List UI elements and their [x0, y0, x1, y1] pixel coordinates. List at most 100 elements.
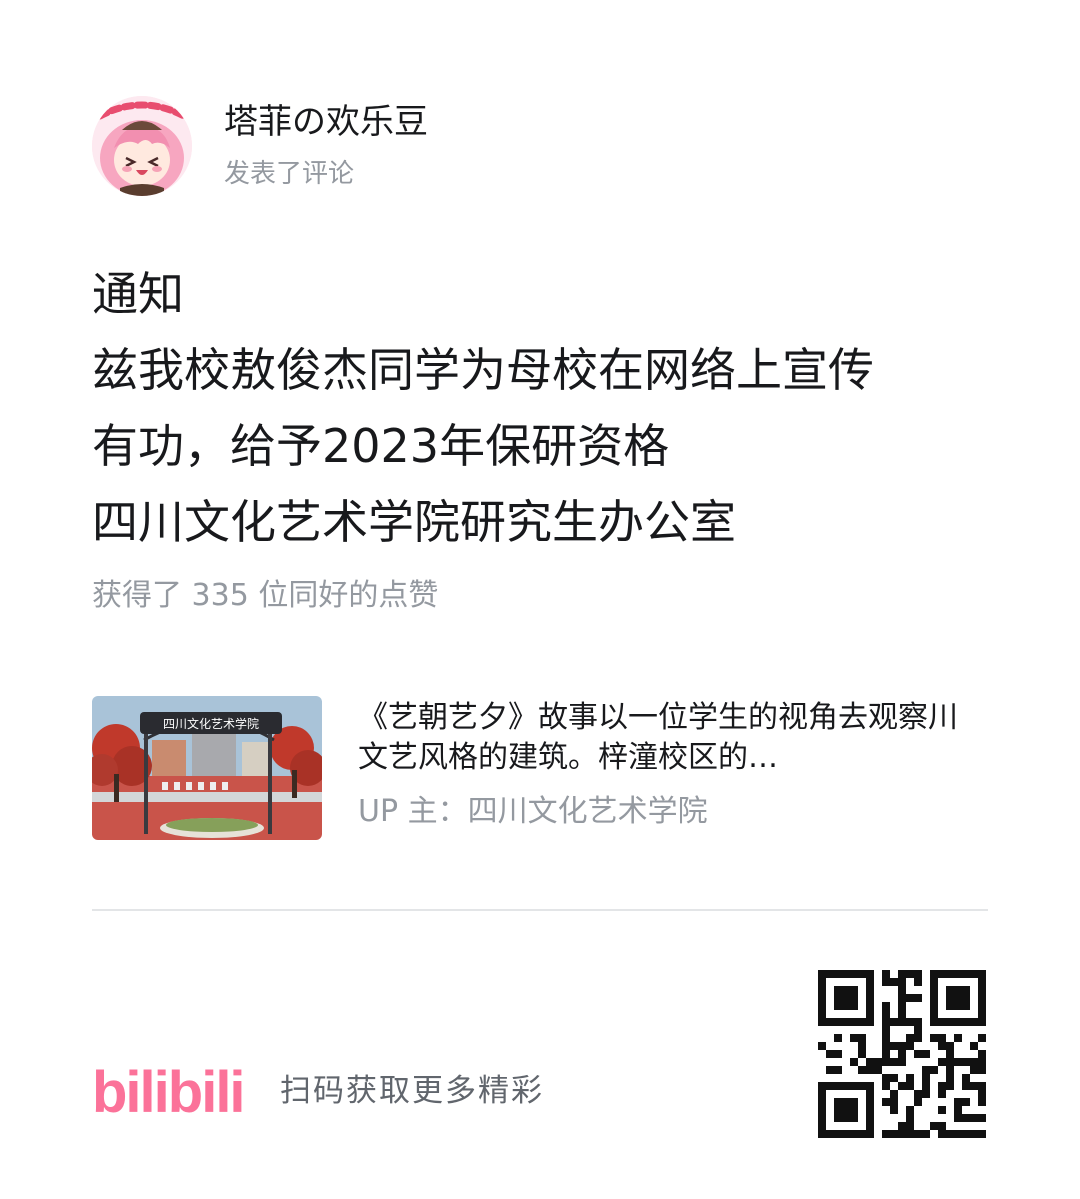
qr-module: [890, 1130, 898, 1138]
qr-module: [898, 994, 906, 1002]
qr-module: [866, 994, 874, 1002]
qr-module: [882, 1002, 890, 1010]
qr-module: [850, 970, 858, 978]
qr-module: [858, 1042, 866, 1050]
qr-module: [818, 1018, 826, 1026]
qr-module: [850, 1082, 858, 1090]
qr-module: [914, 1050, 922, 1058]
qr-module: [962, 1098, 970, 1106]
comment-line: 通知: [92, 267, 184, 321]
qr-module: [954, 1130, 962, 1138]
qr-module: [882, 1018, 890, 1026]
qr-module: [818, 970, 826, 978]
qr-module: [882, 1050, 890, 1058]
qr-module: [818, 1114, 826, 1122]
qr-module: [866, 970, 874, 978]
qr-module: [930, 1122, 938, 1130]
qr-module: [866, 1066, 874, 1074]
qr-module: [930, 1010, 938, 1018]
qr-module: [898, 1002, 906, 1010]
qr-module: [978, 986, 986, 994]
qr-module: [842, 970, 850, 978]
qr-module: [978, 1082, 986, 1090]
qr-module: [834, 1002, 842, 1010]
qr-module: [906, 970, 914, 978]
qr-module: [842, 994, 850, 1002]
qr-module: [922, 1066, 930, 1074]
qr-module: [978, 1018, 986, 1026]
qr-module: [858, 970, 866, 978]
qr-module: [890, 1090, 898, 1098]
qr-module: [922, 1050, 930, 1058]
qr-module: [962, 1002, 970, 1010]
thumbnail-sign: 四川文化艺术学院: [163, 716, 259, 731]
qr-module: [898, 1042, 906, 1050]
qr-module: [930, 986, 938, 994]
qr-module: [866, 1010, 874, 1018]
qr-module: [970, 1130, 978, 1138]
qr-module: [906, 1122, 914, 1130]
comment-line: 四川文化艺术学院研究生办公室: [92, 495, 736, 549]
qr-module: [930, 978, 938, 986]
qr-module: [906, 1042, 914, 1050]
user-avatar[interactable]: [92, 96, 192, 196]
qr-module: [898, 978, 906, 986]
qr-module: [818, 1098, 826, 1106]
qr-module: [818, 1130, 826, 1138]
qr-module: [890, 1098, 898, 1106]
qr-module: [978, 970, 986, 978]
qr-module: [858, 1130, 866, 1138]
qr-module: [882, 970, 890, 978]
qr-module: [946, 1050, 954, 1058]
video-uploader[interactable]: UP 主：四川文化艺术学院: [358, 792, 978, 832]
qr-module: [970, 970, 978, 978]
qr-module: [946, 1058, 954, 1066]
qr-module: [866, 978, 874, 986]
qr-module: [874, 1066, 882, 1074]
anime-girl-avatar-icon: [92, 96, 192, 196]
video-thumbnail[interactable]: 四川文化艺术学院: [92, 696, 322, 840]
qr-module: [834, 986, 842, 994]
qr-module: [946, 1002, 954, 1010]
qr-module: [938, 1106, 946, 1114]
qr-module: [898, 1050, 906, 1058]
qr-module: [898, 970, 906, 978]
qr-module: [978, 1058, 986, 1066]
qr-module: [962, 1074, 970, 1082]
likes-count: 获得了 335 位同好的点赞: [92, 578, 439, 613]
qr-code-icon[interactable]: [818, 970, 986, 1138]
qr-module: [938, 1130, 946, 1138]
qr-module: [826, 1018, 834, 1026]
bilibili-logo-icon[interactable]: bilibili: [92, 1056, 256, 1126]
qr-module: [978, 1130, 986, 1138]
qr-module: [858, 1066, 866, 1074]
qr-module: [938, 1018, 946, 1026]
qr-module: [858, 1082, 866, 1090]
qr-module: [882, 1026, 890, 1034]
qr-module: [818, 1002, 826, 1010]
qr-module: [866, 1002, 874, 1010]
qr-module: [914, 1130, 922, 1138]
qr-module: [938, 1122, 946, 1130]
qr-module: [978, 1010, 986, 1018]
video-description[interactable]: 《艺朝艺夕》故事以一位学生的视角去观察川文艺风格的建筑。梓潼校区的…: [358, 698, 978, 778]
qr-module: [914, 978, 922, 986]
qr-module: [890, 1018, 898, 1026]
qr-module: [938, 1034, 946, 1042]
qr-module: [866, 1090, 874, 1098]
qr-module: [930, 1034, 938, 1042]
username[interactable]: 塔菲の欢乐豆: [224, 100, 428, 144]
qr-module: [898, 986, 906, 994]
qr-module: [818, 978, 826, 986]
qr-module: [946, 986, 954, 994]
qr-module: [850, 1034, 858, 1042]
qr-module: [882, 1130, 890, 1138]
qr-module: [826, 1050, 834, 1058]
video-card[interactable]: 四川文化艺术学院 《艺朝艺夕》故事以一位学生的视角去观察川文艺风格的建筑。梓潼校…: [92, 696, 988, 842]
qr-module: [834, 1106, 842, 1114]
qr-module: [978, 1050, 986, 1058]
qr-module: [914, 994, 922, 1002]
qr-module: [834, 1018, 842, 1026]
qr-module: [970, 1018, 978, 1026]
qr-module: [962, 994, 970, 1002]
